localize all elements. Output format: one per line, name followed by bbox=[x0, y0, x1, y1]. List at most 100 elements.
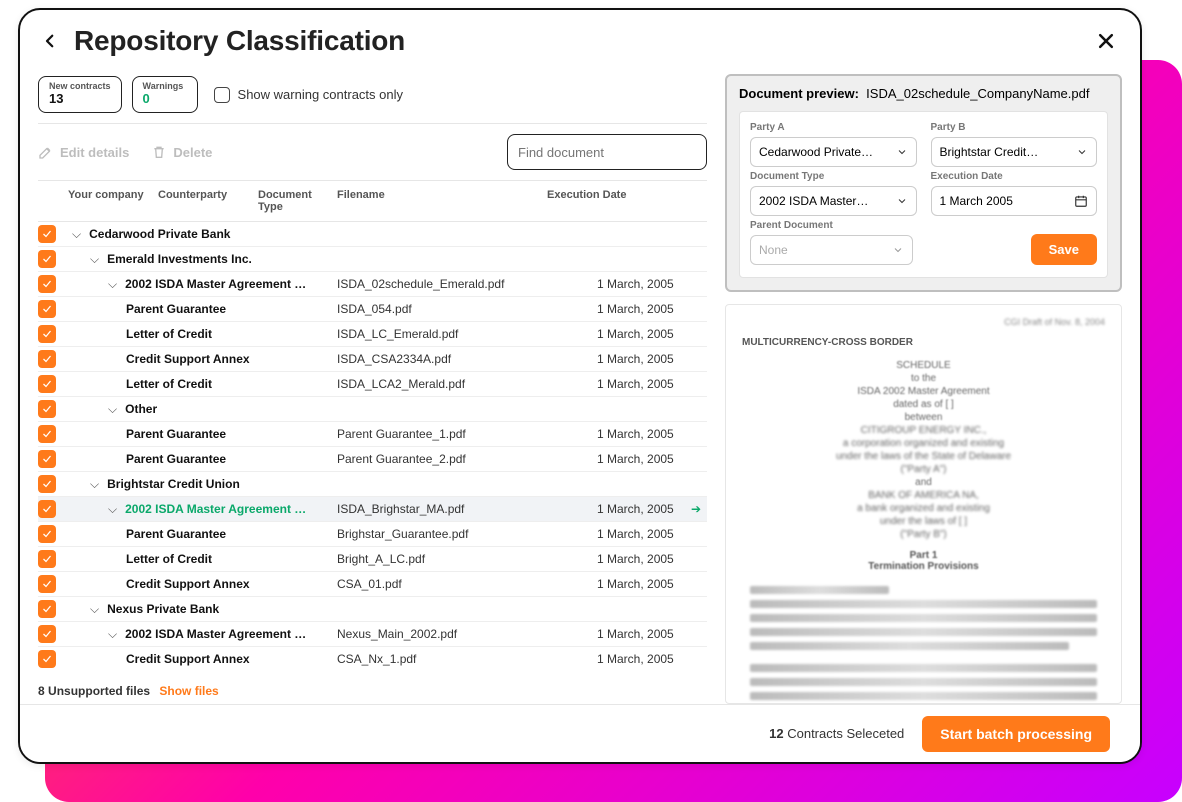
row-label: Emerald Investments Inc. bbox=[107, 252, 252, 266]
table-body: ⌵Cedarwood Private Bank⌵Emerald Investme… bbox=[38, 222, 707, 670]
table-row[interactable]: Parent Guarantee ISDA_054.pdf1 March, 200… bbox=[38, 297, 707, 322]
close-button[interactable] bbox=[1092, 27, 1120, 55]
table-panel: New contracts 13 Warnings 0 Show warning… bbox=[38, 72, 707, 704]
row-filename: Nexus_Main_2002.pdf bbox=[337, 627, 597, 641]
edit-details-button[interactable]: Edit details bbox=[38, 144, 129, 160]
back-button[interactable] bbox=[40, 32, 60, 50]
row-date: 1 March, 2005 bbox=[597, 552, 707, 566]
row-date: 1 March, 2005 bbox=[597, 577, 707, 591]
input-exec-date[interactable]: 1 March 2005 bbox=[931, 186, 1098, 216]
checkbox-icon[interactable] bbox=[214, 87, 230, 103]
table-row[interactable]: Parent GuaranteeBrighstar_Guarantee.pdf1… bbox=[38, 522, 707, 547]
row-checkbox[interactable] bbox=[38, 350, 56, 368]
close-icon bbox=[1096, 31, 1116, 51]
row-checkbox[interactable] bbox=[38, 325, 56, 343]
row-checkbox[interactable] bbox=[38, 650, 56, 668]
row-date: 1 March, 2005 bbox=[597, 302, 707, 316]
chevron-down-icon[interactable]: ⌵ bbox=[108, 277, 117, 292]
footer: 12 Contracts Seleceted Start batch proce… bbox=[20, 704, 1140, 762]
row-date: 1 March, 2005 bbox=[597, 627, 707, 641]
table-row[interactable]: Letter of CreditISDA_LC_Emerald.pdf1 Mar… bbox=[38, 322, 707, 347]
select-doc-type[interactable]: 2002 ISDA Master… bbox=[750, 186, 917, 216]
chevron-down-icon bbox=[896, 146, 908, 158]
table-row[interactable]: ⌵2002 ISDA Master Agreement …ISDA_02sche… bbox=[38, 272, 707, 297]
chevron-down-icon[interactable]: ⌵ bbox=[90, 252, 99, 267]
row-checkbox[interactable] bbox=[38, 425, 56, 443]
row-checkbox[interactable] bbox=[38, 550, 56, 568]
row-checkbox[interactable] bbox=[38, 450, 56, 468]
chevron-down-icon[interactable]: ⌵ bbox=[90, 477, 99, 492]
row-label: Letter of Credit bbox=[126, 552, 212, 566]
selected-count: 12 Contracts Seleceted bbox=[769, 726, 904, 741]
row-filename: ISDA_054.pdf bbox=[337, 302, 597, 316]
row-checkbox[interactable] bbox=[38, 475, 56, 493]
table-row[interactable]: Parent GuaranteeParent Guarantee_2.pdf1 … bbox=[38, 447, 707, 472]
chevron-down-icon[interactable]: ⌵ bbox=[72, 227, 81, 242]
show-files-link[interactable]: Show files bbox=[159, 684, 218, 698]
chevron-down-icon bbox=[892, 244, 904, 256]
row-label: 2002 ISDA Master Agreement … bbox=[125, 627, 306, 641]
row-checkbox[interactable] bbox=[38, 600, 56, 618]
select-party-b[interactable]: Brightstar Credit… bbox=[931, 137, 1098, 167]
edit-icon bbox=[38, 144, 54, 160]
row-checkbox[interactable] bbox=[38, 525, 56, 543]
row-filename: Parent Guarantee_1.pdf bbox=[337, 427, 597, 441]
select-parent-document[interactable]: None bbox=[750, 235, 913, 265]
row-checkbox[interactable] bbox=[38, 275, 56, 293]
row-checkbox[interactable] bbox=[38, 400, 56, 418]
search-field[interactable] bbox=[518, 145, 694, 160]
calendar-icon bbox=[1074, 194, 1088, 208]
row-checkbox[interactable] bbox=[38, 625, 56, 643]
row-checkbox[interactable] bbox=[38, 375, 56, 393]
row-filename: CSA_01.pdf bbox=[337, 577, 597, 591]
row-label: Credit Support Annex bbox=[126, 352, 250, 366]
row-checkbox[interactable] bbox=[38, 500, 56, 518]
table-row[interactable]: ⌵ 2002 ISDA Master Agreement … Nexus_Main_… bbox=[38, 622, 707, 647]
arrow-right-icon[interactable]: ➔ bbox=[691, 502, 701, 516]
show-warnings-only[interactable]: Show warning contracts only bbox=[214, 87, 403, 103]
preview-header: Document preview: ISDA_02schedule_Compan… bbox=[739, 86, 1108, 101]
table-row[interactable]: Letter of CreditBright_A_LC.pdf1 March, … bbox=[38, 547, 707, 572]
table-row[interactable]: Credit Support AnnexCSA_Nx_1.pdf1 March,… bbox=[38, 647, 707, 670]
table-row[interactable]: Letter of CreditISDA_LCA2_Merald.pdf1 Ma… bbox=[38, 372, 707, 397]
chip-new-contracts[interactable]: New contracts 13 bbox=[38, 76, 122, 113]
row-filename: CSA_Nx_1.pdf bbox=[337, 652, 597, 666]
row-checkbox[interactable] bbox=[38, 225, 56, 243]
search-input[interactable] bbox=[507, 134, 707, 170]
row-date: 1 March, 2005 bbox=[597, 277, 707, 291]
select-party-a[interactable]: Cedarwood Private… bbox=[750, 137, 917, 167]
row-checkbox[interactable] bbox=[38, 250, 56, 268]
field-parent-document: Parent Document None bbox=[750, 220, 913, 265]
row-checkbox[interactable] bbox=[38, 575, 56, 593]
row-checkbox[interactable] bbox=[38, 300, 56, 318]
start-batch-button[interactable]: Start batch processing bbox=[922, 716, 1110, 752]
chevron-down-icon[interactable]: ⌵ bbox=[90, 602, 99, 617]
group-row[interactable]: ⌵Brightstar Credit Union bbox=[38, 472, 707, 497]
save-button[interactable]: Save bbox=[1031, 234, 1097, 265]
row-date: 1 March, 2005 bbox=[597, 452, 707, 466]
table-row[interactable]: ⌵2002 ISDA Master Agreement …ISDA_Brighs… bbox=[38, 497, 707, 522]
group-row[interactable]: ⌵ Emerald Investments Inc. bbox=[38, 247, 707, 272]
row-date: 1 March, 2005 bbox=[597, 527, 707, 541]
chevron-down-icon[interactable]: ⌵ bbox=[108, 502, 117, 517]
row-date: 1 March, 2005 bbox=[597, 352, 707, 366]
group-row[interactable]: ⌵Nexus Private Bank bbox=[38, 597, 707, 622]
chip-warnings[interactable]: Warnings 0 bbox=[132, 76, 198, 113]
table-row[interactable]: Credit Support AnnexISDA_CSA2334A.pdf1 M… bbox=[38, 347, 707, 372]
row-filename: ISDA_Brighstar_MA.pdf bbox=[337, 502, 597, 516]
field-party-a: Party A Cedarwood Private… bbox=[750, 122, 917, 167]
group-row[interactable]: ⌵Other bbox=[38, 397, 707, 422]
chevron-down-icon[interactable]: ⌵ bbox=[108, 627, 117, 642]
row-label: Credit Support Annex bbox=[126, 577, 250, 591]
table-header: Your company Counterparty Document Type … bbox=[38, 180, 707, 222]
table-row[interactable]: Credit Support Annex CSA_01.pdf1 March, 2… bbox=[38, 572, 707, 597]
preview-card: Document preview: ISDA_02schedule_Compan… bbox=[725, 74, 1122, 292]
table-row[interactable]: Parent GuaranteeParent Guarantee_1.pdf1 … bbox=[38, 422, 707, 447]
trash-icon bbox=[151, 144, 167, 160]
group-row[interactable]: ⌵Cedarwood Private Bank bbox=[38, 222, 707, 247]
delete-button[interactable]: Delete bbox=[151, 144, 212, 160]
chevron-down-icon[interactable]: ⌵ bbox=[108, 402, 117, 417]
row-filename: ISDA_LCA2_Merald.pdf bbox=[337, 377, 597, 391]
row-label: Parent Guarantee bbox=[126, 302, 226, 316]
field-doc-type: Document Type 2002 ISDA Master… bbox=[750, 171, 917, 216]
